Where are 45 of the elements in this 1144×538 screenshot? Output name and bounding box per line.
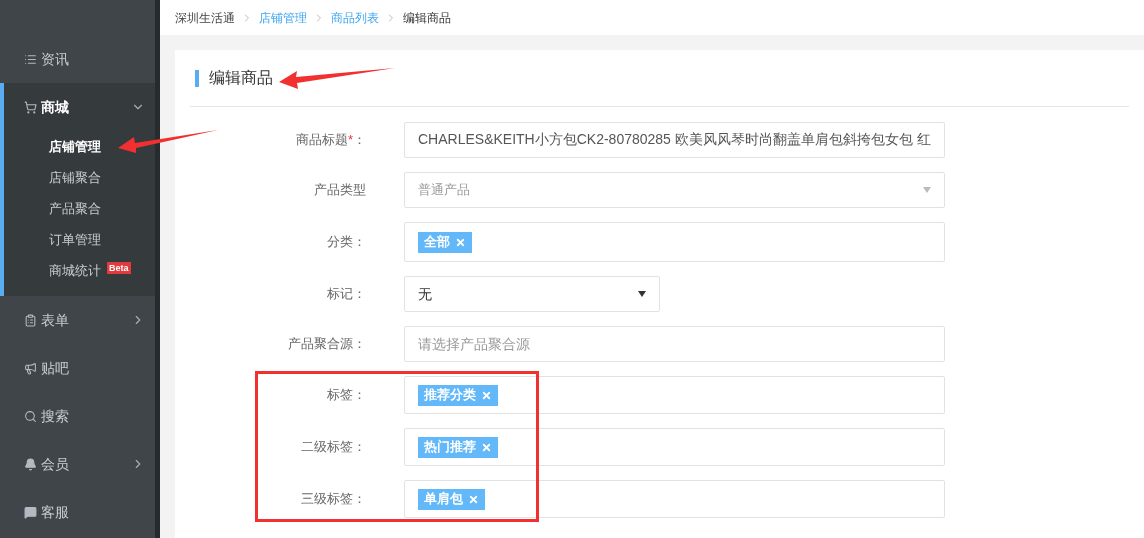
sidebar-item[interactable]: 贴吧 xyxy=(0,344,155,392)
field-label: 二级标签： xyxy=(300,438,366,457)
tag-label: 单肩包 xyxy=(424,490,463,509)
field-label: 三级标签： xyxy=(300,490,366,509)
submenu-item[interactable]: 店铺管理 xyxy=(4,131,155,162)
list-icon xyxy=(24,52,37,66)
remove-icon[interactable] xyxy=(455,236,466,248)
submenu-item[interactable]: 订单管理 xyxy=(4,224,155,255)
submenu-item[interactable]: 产品聚合 xyxy=(4,193,155,224)
megaphone-icon xyxy=(24,361,37,375)
breadcrumb-text: 编辑商品 xyxy=(403,9,451,27)
field-label: 分类： xyxy=(326,233,366,252)
title-accent xyxy=(195,69,199,87)
field-label: 产品聚合源： xyxy=(287,335,366,354)
sidebar-item[interactable]: 搜索 xyxy=(0,392,155,440)
sidebar-item[interactable]: 客服 xyxy=(0,488,155,536)
field-label: 标记： xyxy=(326,285,366,304)
page-title: 编辑商品 xyxy=(209,68,273,88)
sidebar-item[interactable]: 表单 xyxy=(0,296,155,344)
remove-icon[interactable] xyxy=(481,441,492,453)
field-label: 标签： xyxy=(326,386,366,405)
cart-icon xyxy=(24,100,37,114)
submenu-item[interactable]: 店铺聚合 xyxy=(4,162,155,193)
beta-badge: Beta xyxy=(107,261,131,274)
sidebar-item[interactable]: 资讯 xyxy=(0,35,155,83)
text-field[interactable]: 请选择产品聚合源 xyxy=(404,326,945,362)
tag-label: 热门推荐 xyxy=(424,438,476,457)
tag-label: 全部 xyxy=(424,233,450,252)
bell-icon xyxy=(24,457,37,471)
breadcrumb-text: 深圳生活通 xyxy=(175,9,235,27)
remove-icon[interactable] xyxy=(468,493,479,505)
tag-label: 推荐分类 xyxy=(424,386,476,405)
caret-icon xyxy=(638,291,646,297)
sidebar-item[interactable]: 会员 xyxy=(0,440,155,488)
search-icon xyxy=(24,409,37,423)
sidebar-item[interactable]: 商城 xyxy=(4,83,155,131)
text-field[interactable]: CHARLES&KEITH小方包CK2-80780285 欧美风风琴时尚翻盖单肩包斜挎包女包 红 xyxy=(404,122,945,158)
field-label: 商品标题*： xyxy=(294,131,366,150)
clipboard-icon xyxy=(24,313,37,327)
submenu-item[interactable]: 商城统计 Beta xyxy=(4,255,155,286)
caret-icon xyxy=(923,187,931,193)
select-field[interactable]: 无 xyxy=(404,276,660,312)
field-label: 产品类型 xyxy=(313,181,366,200)
speech-bubble-icon xyxy=(24,505,37,519)
remove-icon[interactable] xyxy=(481,389,492,401)
